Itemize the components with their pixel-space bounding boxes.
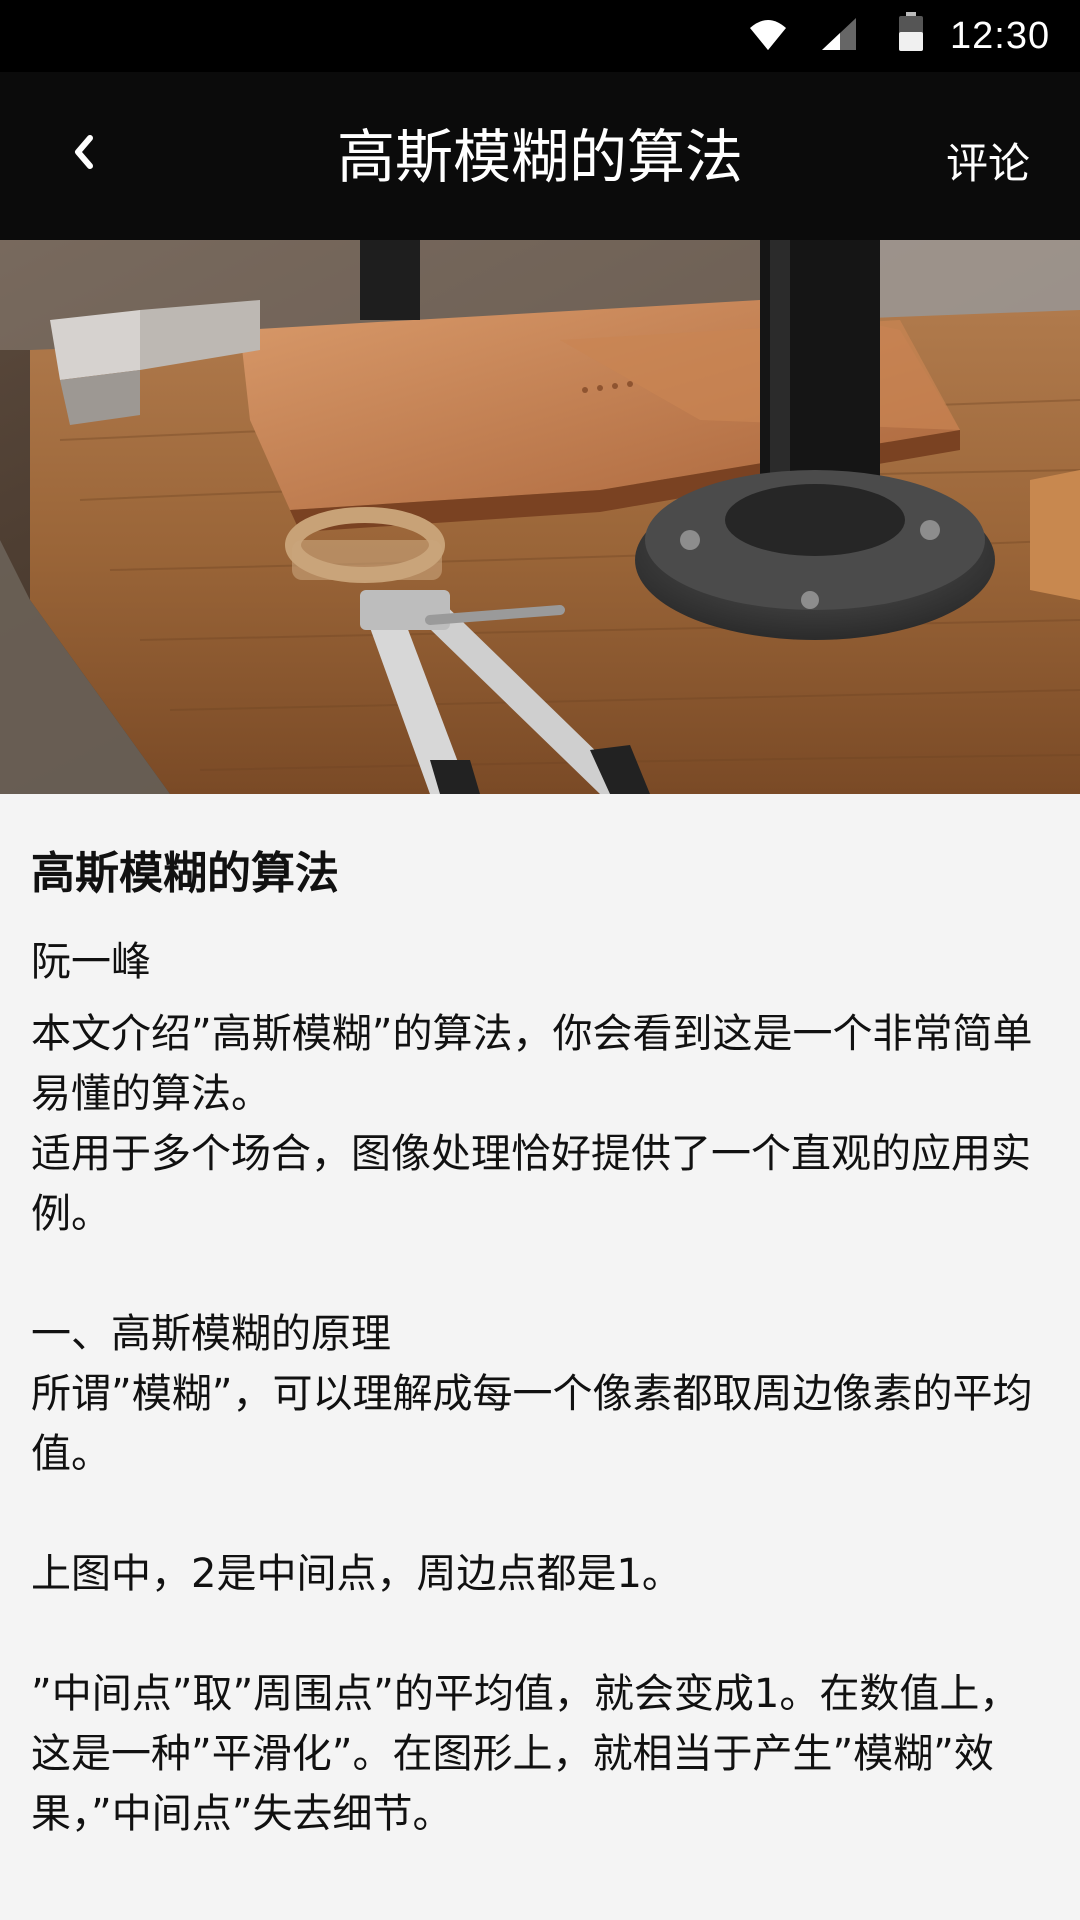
article-headline: 高斯模糊的算法 bbox=[31, 848, 339, 899]
hero-image bbox=[0, 240, 1080, 794]
comment-button[interactable]: 评论 bbox=[946, 138, 1030, 190]
status-bar: 12:30 bbox=[0, 0, 1080, 72]
article: 高斯模糊的算法 阮一峰 本文介绍”高斯模糊”的算法，你会看到这是一个非常简单易懂… bbox=[31, 828, 1051, 1844]
cell-signal-icon bbox=[822, 18, 856, 50]
back-button[interactable] bbox=[52, 120, 116, 184]
page-title: 高斯模糊的算法 bbox=[336, 123, 743, 191]
status-time: 12:30 bbox=[950, 15, 1051, 57]
battery-icon bbox=[899, 12, 923, 51]
article-author: 阮一峰 bbox=[31, 939, 151, 985]
article-body: 本文介绍”高斯模糊”的算法，你会看到这是一个非常简单易懂的算法。 适用于多个场合… bbox=[31, 1011, 1033, 1837]
chevron-left-icon bbox=[75, 135, 93, 169]
app-bar: 高斯模糊的算法 评论 bbox=[0, 72, 1080, 240]
wifi-icon bbox=[750, 20, 786, 50]
